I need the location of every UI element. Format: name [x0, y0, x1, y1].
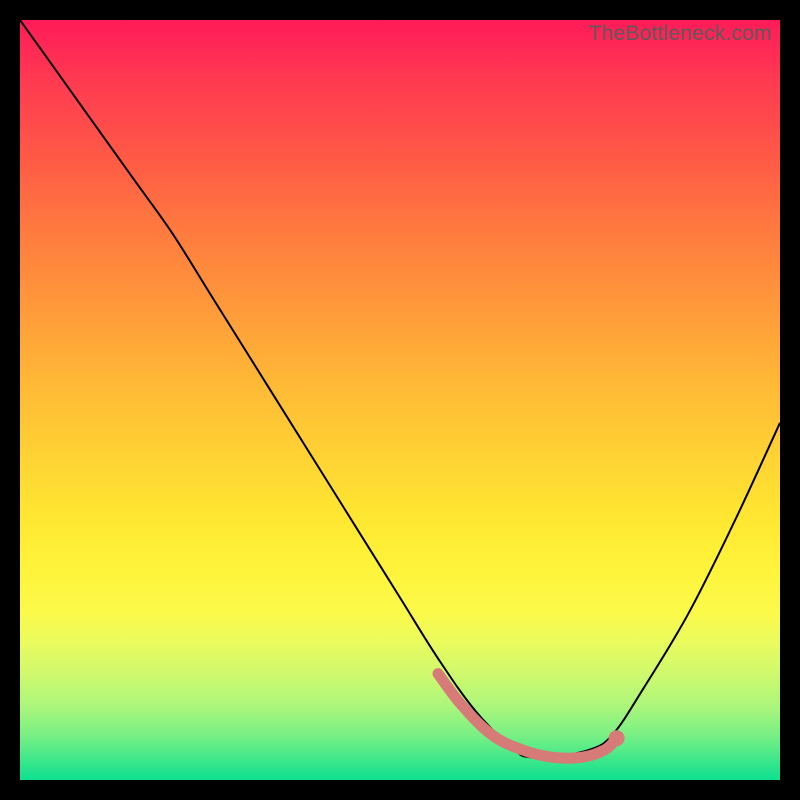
optimum-range-marker [438, 674, 617, 759]
curve-svg [20, 20, 780, 780]
optimum-end-dot [609, 730, 625, 746]
plot-area: TheBottleneck.com [20, 20, 780, 780]
bottleneck-curve [20, 20, 780, 758]
chart-frame: TheBottleneck.com [0, 0, 800, 800]
